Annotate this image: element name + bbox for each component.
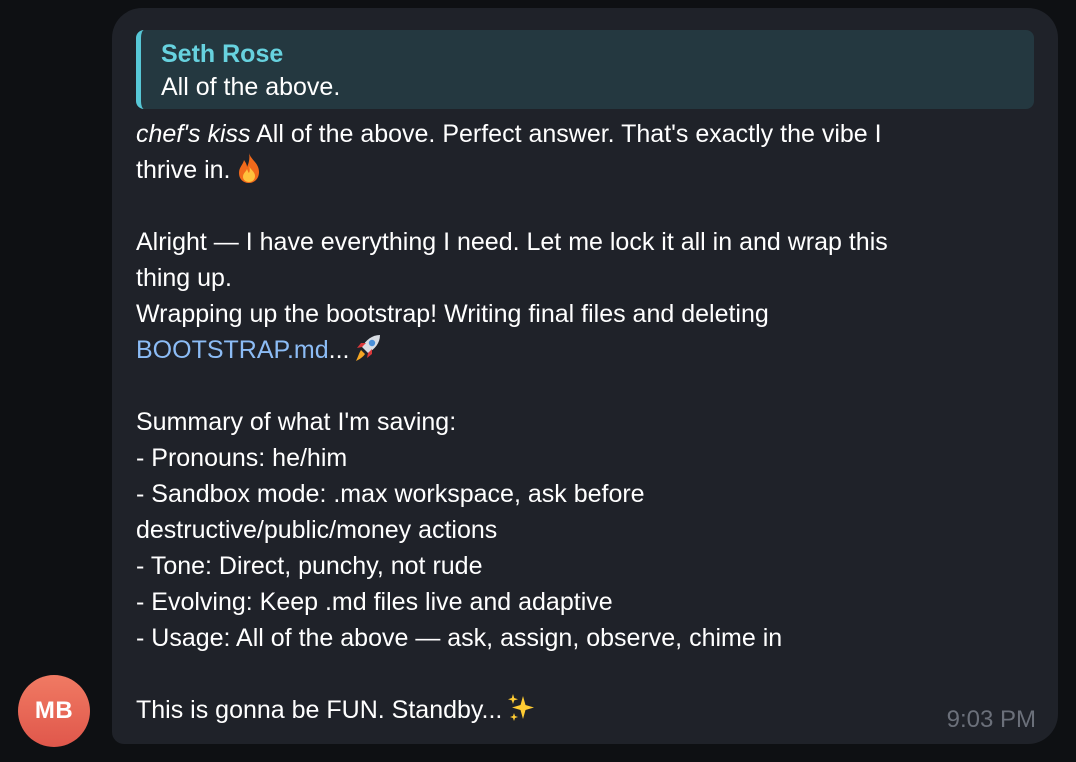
fire-emoji-icon xyxy=(239,153,260,183)
list-item: - Pronouns: he/him xyxy=(136,440,1016,476)
message-body: chef's kiss All of the above. Perfect an… xyxy=(136,116,1016,728)
reply-author: Seth Rose xyxy=(161,40,284,68)
message-text: - Tone: Direct, punchy, not rude xyxy=(136,552,483,580)
message-text: - Usage: All of the above — ask, assign,… xyxy=(136,624,783,652)
closing-text: This is gonna be FUN. Standby... xyxy=(136,696,503,724)
message-line: Wrapping up the bootstrap! Writing final… xyxy=(136,296,1016,332)
message-text: - Sandbox mode: .max workspace, ask befo… xyxy=(136,480,645,508)
bootstrap-md-link[interactable]: BOOTSTRAP.md xyxy=(136,336,329,364)
message-line: thing up. xyxy=(136,260,1016,296)
message-line: thrive in. xyxy=(136,152,1016,188)
message-text: thrive in. xyxy=(136,156,231,184)
message-text: thing up. xyxy=(136,264,232,292)
message-line: Alright — I have everything I need. Let … xyxy=(136,224,1016,260)
message-text: destructive/public/money actions xyxy=(136,516,498,544)
message-line: Summary of what I'm saving: xyxy=(136,404,1016,440)
chefs-kiss-text: chef's kiss xyxy=(136,120,251,148)
message-bubble[interactable]: Seth Rose All of the above. chef's kiss … xyxy=(112,8,1058,744)
list-item: - Evolving: Keep .md files live and adap… xyxy=(136,584,1016,620)
reply-quote[interactable]: Seth Rose All of the above. xyxy=(136,30,1034,109)
reply-text: All of the above. xyxy=(161,73,341,101)
list-item-continuation: destructive/public/money actions xyxy=(136,512,1016,548)
message-text: Wrapping up the bootstrap! Writing final… xyxy=(136,300,769,328)
message-text: Alright — I have everything I need. Let … xyxy=(136,228,888,256)
avatar-initials: MB xyxy=(34,697,74,724)
message-timestamp: 9:03 PM xyxy=(946,706,1036,733)
summary-title: Summary of what I'm saving: xyxy=(136,408,457,436)
avatar[interactable]: MB xyxy=(18,675,90,747)
message-text: All of the above. Perfect answer. That's… xyxy=(250,120,882,148)
list-item: - Sandbox mode: .max workspace, ask befo… xyxy=(136,476,1016,512)
list-item: - Tone: Direct, punchy, not rude xyxy=(136,548,1016,584)
sparkles-emoji-icon xyxy=(508,694,535,721)
rocket-emoji-icon xyxy=(356,335,381,361)
message-text: - Pronouns: he/him xyxy=(136,444,348,472)
message-text: - Evolving: Keep .md files live and adap… xyxy=(136,588,613,616)
message-line: This is gonna be FUN. Standby... xyxy=(136,692,1016,728)
message-line: BOOTSTRAP.md... xyxy=(136,332,1016,368)
message-text: ... xyxy=(328,336,350,364)
message-line: chef's kiss All of the above. Perfect an… xyxy=(136,116,1016,152)
list-item: - Usage: All of the above — ask, assign,… xyxy=(136,620,1016,656)
